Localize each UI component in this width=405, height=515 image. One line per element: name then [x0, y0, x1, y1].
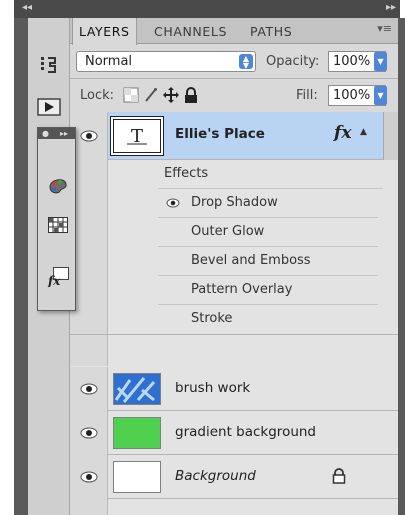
history-button[interactable]: [35, 52, 63, 78]
eye-icon: [80, 383, 97, 395]
dock-title-bar: ◂◂ ▸▸: [14, 0, 400, 18]
expand-effects-icon[interactable]: ▲: [360, 127, 367, 137]
eye-icon: [80, 471, 97, 483]
styles-button[interactable]: [47, 174, 69, 196]
effect-row-stroke[interactable]: Stroke: [158, 305, 378, 334]
swatches-grid-icon: [48, 217, 68, 233]
eye-column-bottom: [70, 499, 108, 515]
text-t-icon: T: [127, 126, 147, 147]
floating-mini-palette[interactable]: ● ▸▸ fx: [37, 127, 76, 311]
visibility-toggle[interactable]: [70, 455, 108, 499]
effects-header-row[interactable]: Effects: [158, 160, 383, 189]
dock-left-edge: [14, 18, 28, 515]
fx-effects-icon: fx: [47, 267, 69, 287]
fx-badge[interactable]: fx: [334, 123, 351, 143]
brush-work-thumbnail: [113, 373, 161, 405]
tab-layers[interactable]: LAYERS: [72, 18, 137, 45]
tab-paths[interactable]: PATHS: [244, 18, 298, 44]
lock-image-pixels-icon[interactable]: [142, 86, 160, 104]
lock-all-icon[interactable]: [182, 86, 200, 104]
blend-mode-select[interactable]: Normal ▲ ▼: [76, 51, 256, 72]
mini-palette-title-bar[interactable]: ● ▸▸: [38, 128, 75, 139]
blend-mode-stepper-icon: ▲ ▼: [239, 54, 253, 70]
layer-row-background[interactable]: Background: [70, 455, 398, 499]
effects-header-label: Effects: [164, 166, 209, 181]
effect-name: Stroke: [191, 311, 233, 326]
close-icon[interactable]: ●: [42, 128, 49, 139]
layer-name: brush work: [175, 380, 251, 396]
text-layer-thumbnail: T: [113, 119, 161, 153]
history-icon: [41, 57, 56, 73]
layer-name: Background: [175, 468, 256, 484]
lock-label: Lock:: [80, 88, 115, 103]
effect-row-pattern-overlay[interactable]: Pattern Overlay: [158, 276, 378, 305]
layer-name: Ellie's Place: [175, 126, 265, 142]
svg-text:fx: fx: [47, 274, 61, 287]
styles-palette-icon: [49, 179, 67, 194]
background-thumbnail: [113, 461, 161, 493]
opacity-dropdown-icon[interactable]: ▼: [374, 52, 387, 71]
swatches-button[interactable]: [47, 214, 69, 236]
effect-name: Bevel and Emboss: [191, 253, 311, 268]
layer-row-brush-work[interactable]: brush work: [70, 367, 398, 411]
effect-name: Outer Glow: [191, 224, 265, 239]
lock-position-icon[interactable]: [162, 86, 180, 104]
effects-group: Effects Drop Shadow Outer Glow Bevel and…: [70, 160, 398, 366]
gradient-thumbnail: [113, 417, 161, 449]
fx-button[interactable]: fx: [47, 266, 69, 288]
fill-value: 100%: [333, 88, 371, 103]
eye-icon[interactable]: [166, 198, 180, 208]
layer-name: gradient background: [175, 424, 317, 440]
eye-icon: [80, 427, 97, 439]
tab-channels[interactable]: CHANNELS: [148, 18, 233, 44]
layer-row-gradient-background[interactable]: gradient background: [70, 411, 398, 455]
lock-transparent-pixels-icon[interactable]: [122, 86, 140, 104]
actions-button[interactable]: [35, 94, 63, 120]
photoshop-panel-dock: ◂◂ ▸▸ LAYERS CHANNELS PATHS ▾≡ Normal ▲ …: [0, 0, 405, 515]
effect-row-bevel-emboss[interactable]: Bevel and Emboss: [158, 247, 378, 276]
eye-icon: [80, 130, 97, 142]
fill-dropdown-icon[interactable]: ▼: [374, 86, 387, 105]
opacity-value: 100%: [333, 54, 371, 69]
layers-panel: LAYERS CHANNELS PATHS ▾≡ Normal ▲ ▼ Opaci…: [70, 18, 398, 515]
scrollbar-track[interactable]: [383, 112, 398, 160]
layer-row-ellies-place[interactable]: T Ellie's Place fx ▲: [70, 112, 398, 160]
actions-play-icon: [37, 98, 61, 116]
dock-right-edge: [398, 18, 405, 515]
divider: [70, 334, 398, 335]
blend-mode-value: Normal: [85, 54, 133, 69]
lock-fill-row: Lock: Fill: 100% ▼: [70, 79, 398, 113]
layer-list: T Ellie's Place fx ▲ Effects Drop Shadow: [70, 112, 398, 515]
panel-tab-bar: LAYERS CHANNELS PATHS ▾≡: [70, 18, 398, 45]
panel-menu-icon[interactable]: ▾≡: [377, 22, 392, 35]
collapse-right-icon[interactable]: ▸▸: [386, 2, 396, 13]
effect-row-outer-glow[interactable]: Outer Glow: [158, 218, 378, 247]
blend-opacity-row: Normal ▲ ▼ Opacity: 100% ▼: [70, 45, 398, 79]
effect-name: Drop Shadow: [191, 195, 278, 210]
collapse-left-icon[interactable]: ◂◂: [22, 2, 32, 13]
expand-icon[interactable]: ▸▸: [60, 128, 68, 139]
effect-row-drop-shadow[interactable]: Drop Shadow: [158, 189, 378, 218]
effect-name: Pattern Overlay: [191, 282, 293, 297]
visibility-toggle[interactable]: [70, 367, 108, 411]
fill-label: Fill:: [296, 88, 318, 103]
opacity-label: Opacity:: [266, 54, 320, 69]
visibility-toggle[interactable]: [70, 411, 108, 455]
lock-icon: [332, 468, 346, 484]
